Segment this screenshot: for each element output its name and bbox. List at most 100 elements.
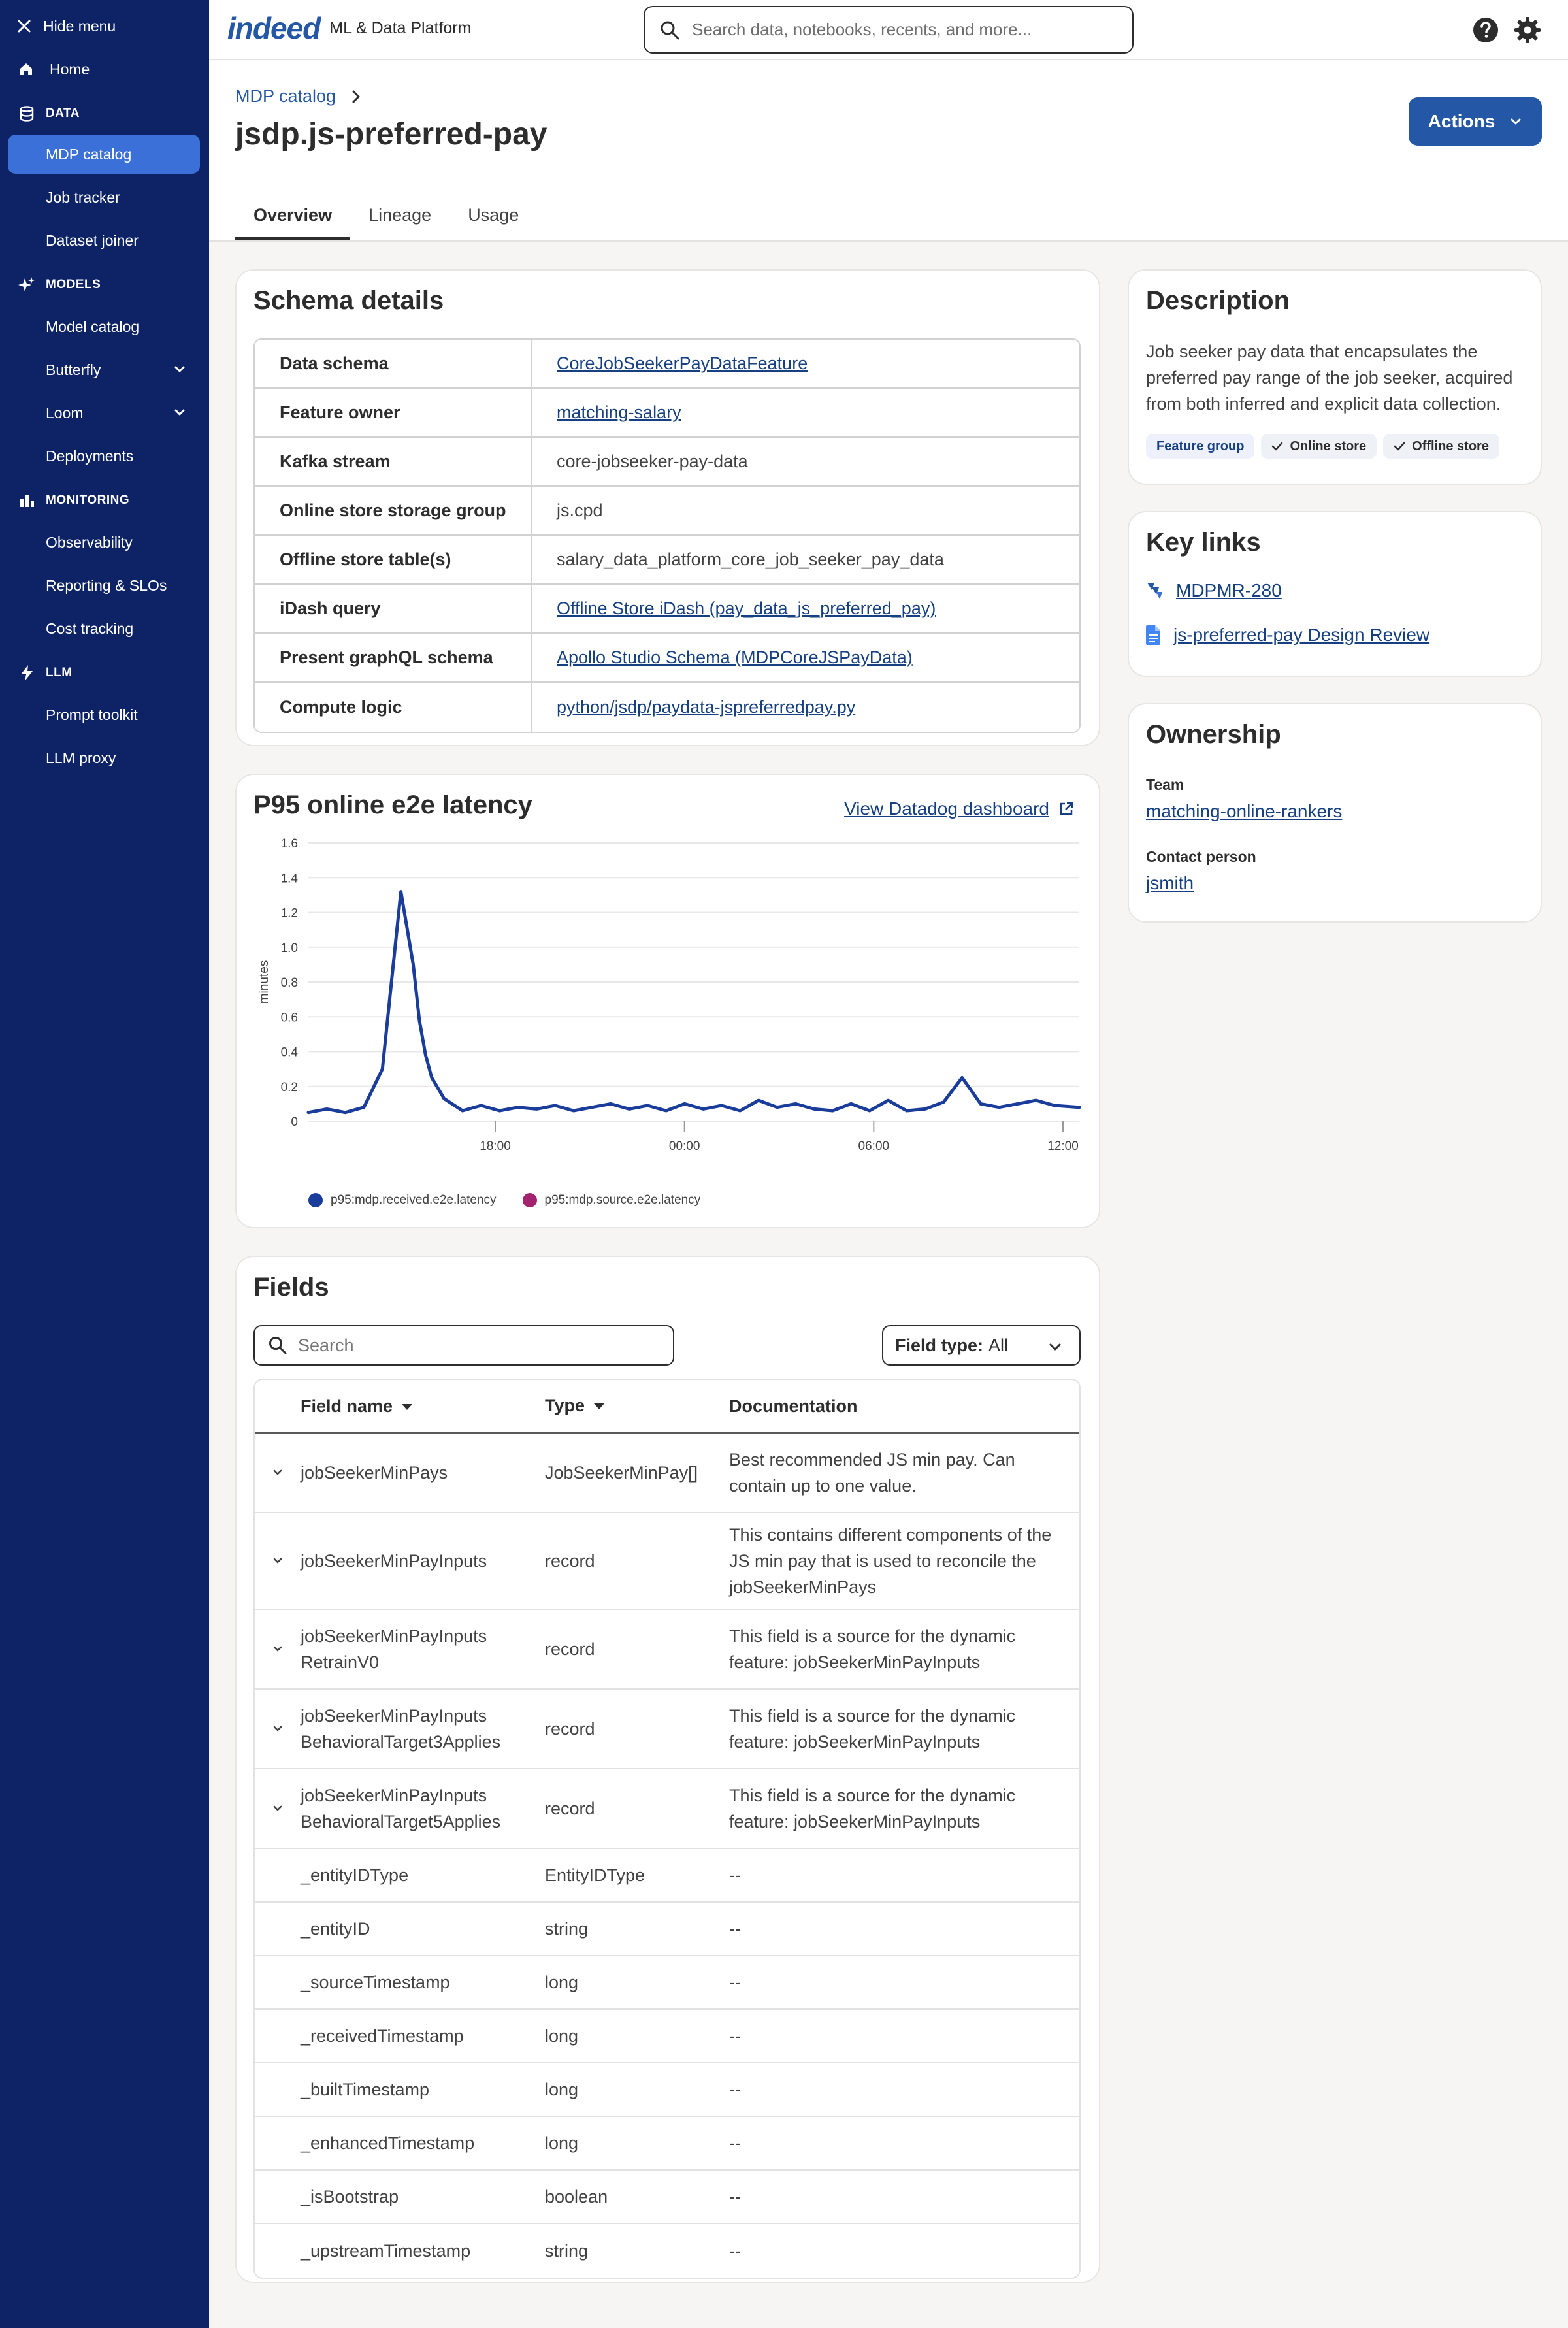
actions-button[interactable]: Actions xyxy=(1409,97,1542,146)
sidebar-section-title: MODELS xyxy=(46,278,101,291)
sidebar-item-observability[interactable]: Observability xyxy=(8,523,200,562)
schema-table: Data schema CoreJobSeekerPayDataFeature F… xyxy=(253,338,1081,733)
table-row[interactable]: jobSeekerMinPayInputs BehavioralTarget5A… xyxy=(255,1769,1079,1849)
expand-row-button[interactable] xyxy=(255,1803,301,1814)
tab-lineage[interactable]: Lineage xyxy=(350,189,449,240)
global-search-input[interactable] xyxy=(692,20,1110,40)
schema-key: Offline store table(s) xyxy=(255,536,532,583)
sidebar-item-model-catalog[interactable]: Model catalog xyxy=(8,307,200,346)
x-tick-label: 00:00 xyxy=(669,1139,700,1153)
fields-search[interactable] xyxy=(253,1325,674,1366)
schema-row: Feature owner matching-salary xyxy=(255,389,1079,438)
schema-value: python/jsdp/paydata-jspreferredpay.py xyxy=(532,683,1079,732)
schema-value: CoreJobSeekerPayDataFeature xyxy=(532,340,1079,387)
sidebar-item-label: LLM proxy xyxy=(46,749,116,766)
column-header-type[interactable]: Type xyxy=(545,1396,729,1416)
expand-row-button[interactable] xyxy=(255,1555,301,1567)
schema-value: core-jobseeker-pay-data xyxy=(557,451,748,471)
graphql-schema-link[interactable]: Apollo Studio Schema (MDPCoreJSPayData) xyxy=(557,648,913,668)
table-row[interactable]: jobSeekerMinPays JobSeekerMinPay[] Best re… xyxy=(255,1434,1079,1513)
column-header-field-name[interactable]: Field name xyxy=(301,1393,545,1419)
chart-legend: p95:mdp.received.e2e.latency p95:mdp.sou… xyxy=(308,1193,700,1207)
sidebar-item-dataset-joiner[interactable]: Dataset joiner xyxy=(8,221,200,260)
contact-link[interactable]: jsmith xyxy=(1146,873,1194,894)
home-icon xyxy=(20,63,32,75)
tab-overview[interactable]: Overview xyxy=(235,189,351,240)
chevron-down-icon xyxy=(174,409,185,416)
expand-row-button[interactable] xyxy=(255,1643,301,1655)
breadcrumb-link-mdp-catalog[interactable]: MDP catalog xyxy=(235,86,336,107)
chevron-down-icon xyxy=(273,1805,282,1811)
schema-key: Feature owner xyxy=(255,389,532,436)
feature-owner-link[interactable]: matching-salary xyxy=(557,402,681,423)
expand-row-button[interactable] xyxy=(255,1467,301,1479)
legend-item[interactable]: p95:mdp.received.e2e.latency xyxy=(308,1193,497,1207)
fields-table: Field name Type Documentation jobSeekerM… xyxy=(253,1379,1081,2279)
fields-search-input[interactable] xyxy=(298,1335,664,1356)
table-row[interactable]: jobSeekerMinPayInputs record This contains… xyxy=(255,1513,1079,1610)
help-icon[interactable] xyxy=(1471,16,1500,44)
team-link[interactable]: matching-online-rankers xyxy=(1146,801,1342,822)
schema-details-title: Schema details xyxy=(253,286,444,315)
actions-label: Actions xyxy=(1428,111,1495,131)
table-row[interactable]: jobSeekerMinPayInputs BehavioralTarget3A… xyxy=(255,1690,1079,1769)
field-type-cell: record xyxy=(545,1718,595,1739)
tag-label: Offline store xyxy=(1412,438,1489,453)
legend-dot xyxy=(308,1193,323,1207)
global-search[interactable] xyxy=(644,6,1134,54)
sidebar-item-label: Dataset joiner xyxy=(46,231,139,249)
field-doc-cell: -- xyxy=(729,2080,741,2099)
expand-row-button[interactable] xyxy=(255,1723,301,1735)
datadog-dashboard-link[interactable]: View Datadog dashboard xyxy=(844,798,1074,819)
chevron-down-icon xyxy=(1511,118,1521,125)
sidebar-item-deployments[interactable]: Deployments xyxy=(8,436,200,476)
field-doc-cell: This field is a source for the dynamic f… xyxy=(729,1626,1016,1672)
sidebar-item-label: Observability xyxy=(46,533,133,551)
schema-row: Compute logic python/jsdp/paydata-jsprefe… xyxy=(255,683,1079,732)
schema-row: Kafka stream core-jobseeker-pay-data xyxy=(255,438,1079,487)
indeed-logo[interactable]: indeed ML & Data Platform xyxy=(227,10,471,46)
field-doc-cell: -- xyxy=(729,1919,741,1939)
team-label: Team xyxy=(1146,776,1184,793)
description-text: Job seeker pay data that encapsulates th… xyxy=(1146,342,1513,414)
tab-usage[interactable]: Usage xyxy=(449,189,537,240)
table-row: _builtTimestamp long -- xyxy=(255,2063,1079,2117)
sidebar-item-home[interactable]: Home xyxy=(8,50,200,89)
sidebar-section-title: DATA xyxy=(46,107,80,120)
field-name-cell: _enhancedTimestamp xyxy=(301,2133,475,2153)
key-link-design-doc[interactable]: js-preferred-pay Design Review xyxy=(1146,625,1429,646)
sidebar-item-loom[interactable]: Loom xyxy=(8,393,200,433)
sidebar-section-llm: LLM xyxy=(18,661,73,685)
key-link-jira[interactable]: MDPMR-280 xyxy=(1146,580,1282,601)
sidebar-item-llm-proxy[interactable]: LLM proxy xyxy=(8,738,200,778)
table-row[interactable]: jobSeekerMinPayInputs RetrainV0 record Thi… xyxy=(255,1610,1079,1690)
sidebar: Hide menu Home DATA MDP catalog Job trac… xyxy=(0,0,209,2328)
data-schema-link[interactable]: CoreJobSeekerPayDataFeature xyxy=(557,353,808,374)
jira-icon xyxy=(1147,583,1162,599)
y-tick-label: 1.4 xyxy=(281,872,299,885)
sidebar-item-butterfly[interactable]: Butterfly xyxy=(8,350,200,389)
x-tick-label: 12:00 xyxy=(1047,1139,1079,1153)
table-row: _enhancedTimestamp long -- xyxy=(255,2117,1079,2171)
compute-logic-link[interactable]: python/jsdp/paydata-jspreferredpay.py xyxy=(557,697,855,717)
field-doc-cell: Best recommended JS min pay. Can contain… xyxy=(729,1450,1015,1496)
field-doc-cell: -- xyxy=(729,2026,741,2046)
idash-query-link[interactable]: Offline Store iDash (pay_data_js_preferr… xyxy=(557,598,936,619)
sidebar-item-label: Model catalog xyxy=(46,318,140,335)
field-name-cell: jobSeekerMinPayInputs xyxy=(301,1551,487,1571)
sidebar-item-reporting-slos[interactable]: Reporting & SLOs xyxy=(8,566,200,605)
sidebar-item-prompt-toolkit[interactable]: Prompt toolkit xyxy=(8,695,200,734)
schema-key: Compute logic xyxy=(255,683,532,732)
sidebar-item-job-tracker[interactable]: Job tracker xyxy=(8,178,200,217)
gear-icon[interactable] xyxy=(1513,16,1542,44)
chevron-down-icon xyxy=(273,1646,282,1652)
sidebar-item-mdp-catalog[interactable]: MDP catalog xyxy=(8,135,200,174)
hide-menu-button[interactable]: Hide menu xyxy=(17,14,116,38)
y-tick-label: 1.0 xyxy=(281,942,298,955)
field-type-cell: record xyxy=(545,1798,595,1818)
field-type-select[interactable]: Field type: All xyxy=(882,1325,1081,1366)
legend-item[interactable]: p95:mdp.source.e2e.latency xyxy=(522,1193,700,1207)
tag-label: Online store xyxy=(1290,438,1367,453)
sidebar-item-cost-tracking[interactable]: Cost tracking xyxy=(8,609,200,648)
datadog-dashboard-label: View Datadog dashboard xyxy=(844,798,1049,819)
